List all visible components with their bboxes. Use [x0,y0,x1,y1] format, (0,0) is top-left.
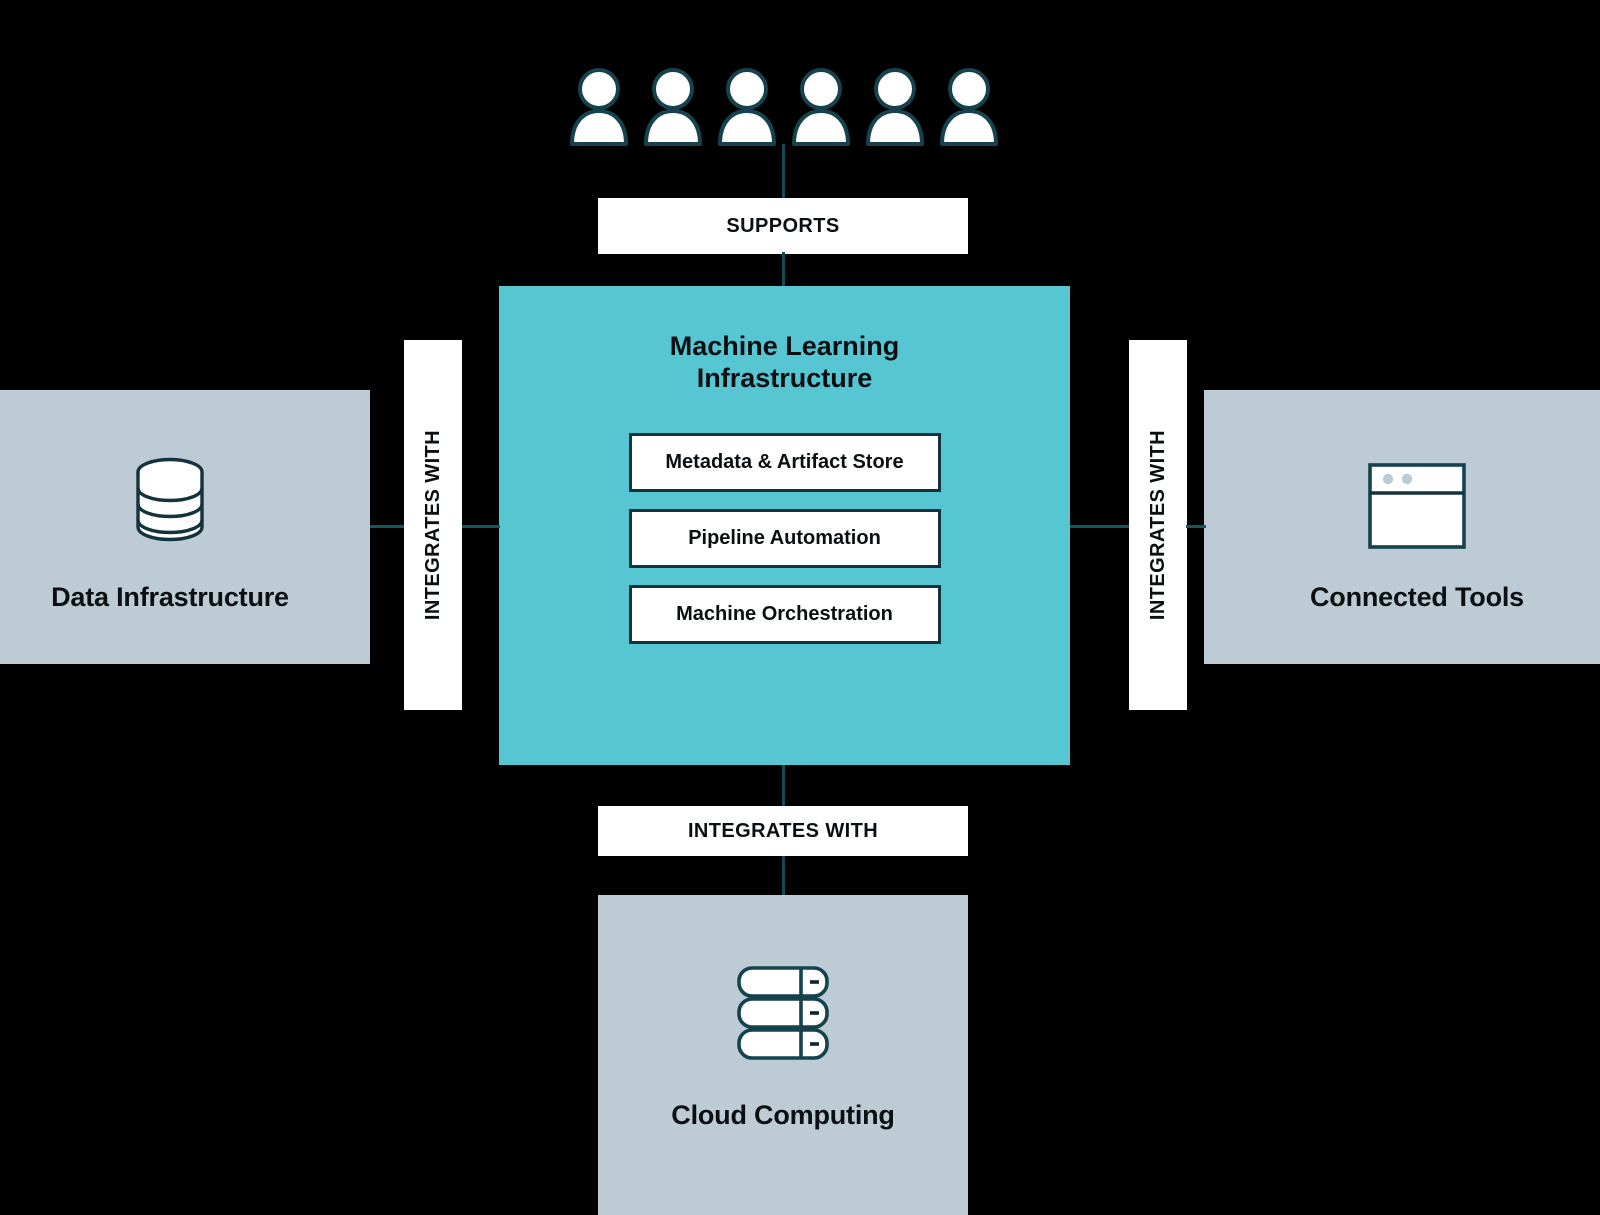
diagram-canvas: SUPPORTS Machine Learning Infrastructure… [0,0,1600,1215]
connector-label-integrates-left-text: INTEGRATES WITH [421,429,444,621]
hub-item-label: Pipeline Automation [688,526,881,549]
person-icon [790,66,852,151]
connector-label-integrates-left: INTEGRATES WITH [404,340,462,710]
connector-right-label-to-panel [1186,525,1206,528]
connector-hub-to-bottom-label [782,765,785,806]
hub-item-machine-orchestration[interactable]: Machine Orchestration [628,584,941,644]
panel-label-cloud-computing: Cloud Computing [671,1100,895,1130]
hub-machine-learning-infrastructure: Machine Learning Infrastructure Metadata… [499,286,1070,765]
connector-bottom-label-to-panel [782,856,785,896]
database-icon [120,452,220,557]
hub-item-label: Metadata & Artifact Store [665,450,904,473]
browser-window-icon [1367,462,1467,555]
person-icon [938,66,1000,151]
connector-hub-to-right-label [1070,525,1130,528]
person-icon [716,66,778,151]
people-group [568,66,1000,151]
panel-data-infrastructure[interactable]: Data Infrastructure [0,390,370,664]
connector-label-supports: SUPPORTS [598,198,968,254]
connector-supports-to-hub [782,252,785,290]
person-icon [864,66,926,151]
person-icon [568,66,630,151]
panel-label-connected-tools: Connected Tools [1309,582,1524,612]
server-stack-icon [735,965,831,1066]
panel-cloud-computing[interactable]: Cloud Computing [598,895,968,1215]
hub-item-label: Machine Orchestration [676,602,893,625]
connector-label-integrates-right: INTEGRATES WITH [1129,340,1187,710]
hub-item-metadata-artifact-store[interactable]: Metadata & Artifact Store [628,432,941,492]
hub-item-pipeline-automation[interactable]: Pipeline Automation [628,508,941,568]
connector-label-integrates-right-text: INTEGRATES WITH [1146,429,1169,621]
connector-label-integrates-bottom: INTEGRATES WITH [598,806,968,856]
connector-left-label-to-hub [462,525,500,528]
person-icon [642,66,704,151]
panel-label-data-infrastructure: Data Infrastructure [51,582,289,612]
hub-item-list: Metadata & Artifact Store Pipeline Autom… [628,432,941,644]
connector-people-to-supports [782,144,785,200]
panel-connected-tools[interactable]: Connected Tools [1204,390,1600,664]
connector-label-supports-text: SUPPORTS [726,214,840,237]
connector-left-panel-to-label [370,525,405,528]
connector-label-integrates-bottom-text: INTEGRATES WITH [687,819,879,842]
hub-title: Machine Learning Infrastructure [669,331,900,393]
